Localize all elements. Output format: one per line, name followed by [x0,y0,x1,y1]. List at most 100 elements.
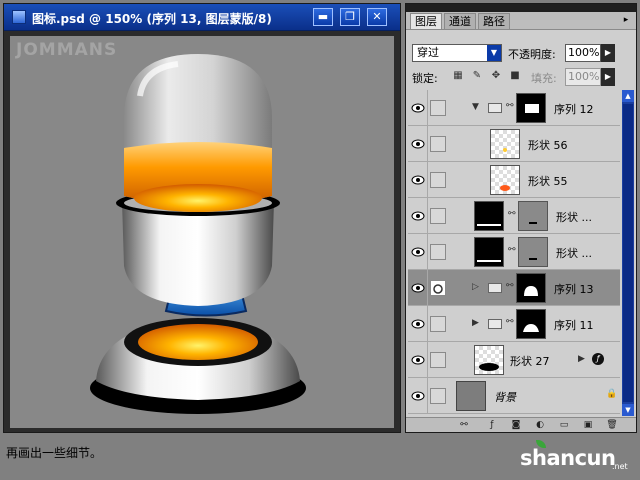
collapse-triangle-icon[interactable]: ▷ [472,282,479,292]
chain-link-icon[interactable]: ⚯ [506,317,514,327]
layer-mask-thumbnail[interactable] [516,93,546,123]
lock-move-icon[interactable]: ✥ [490,70,502,82]
layer-thumbnail[interactable] [490,129,520,159]
layer-mask-thumbnail[interactable] [518,237,548,267]
panel-drag-bar[interactable] [406,4,636,12]
document-title-bar[interactable]: 图标.psd @ 150% (序列 13, 图层蒙版/8) ▬ ❐ ✕ [4,4,400,31]
brush-target-box[interactable] [430,280,446,296]
effects-expand-triangle-icon[interactable]: ▶ [578,354,585,364]
panel-footer: ⚯ ƒ ◙ ◐ ▭ ▣ 🗑 [406,417,636,432]
link-toggle-box[interactable] [430,100,446,116]
chain-link-icon[interactable]: ⚯ [508,245,516,255]
layer-row-background[interactable]: 背景 🔒 [408,378,620,414]
link-toggle-box[interactable] [430,388,446,404]
fill-slider-arrow-icon[interactable]: ▶ [601,68,615,86]
layer-name: 形状 ... [556,247,592,260]
visibility-eye-icon[interactable] [408,162,428,198]
adjustment-layer-icon[interactable]: ◐ [534,419,546,431]
link-toggle-box[interactable] [430,136,446,152]
tab-paths[interactable]: 路径 [478,13,510,29]
chevron-down-icon[interactable]: ▼ [487,45,501,61]
visibility-eye-icon[interactable] [408,270,428,306]
layer-row[interactable]: ⚯ 形状 ... [408,234,620,270]
expand-triangle-icon[interactable]: ▼ [472,102,479,112]
layer-name: 形状 56 [528,139,568,152]
layer-effects-icon[interactable]: ƒ [592,353,604,365]
opacity-slider-arrow-icon[interactable]: ▶ [601,44,615,62]
layer-thumbnail[interactable] [474,201,504,231]
lock-all-icon[interactable]: ■ [509,70,521,82]
chain-link-icon[interactable]: ⚯ [508,209,516,219]
layer-name: 序列 11 [554,319,594,332]
layer-name: 序列 13 [554,283,594,296]
layer-mask-thumbnail[interactable] [516,273,546,303]
layer-thumbnail[interactable] [474,345,504,375]
scroll-up-arrow-icon[interactable]: ▲ [622,90,634,102]
layer-thumbnail[interactable] [456,381,486,411]
link-toggle-box[interactable] [430,172,446,188]
folder-icon [488,103,502,113]
lock-paint-brush-icon[interactable]: ✎ [471,70,483,82]
opacity-input[interactable]: 100% [565,44,601,62]
link-toggle-box[interactable] [430,316,446,332]
panel-menu-icon[interactable]: ▸ [619,14,633,26]
link-layers-icon[interactable]: ⚯ [458,419,470,431]
layer-row[interactable]: ▼ ⚯ 序列 12 [408,90,620,126]
scroll-thumb[interactable] [623,104,633,402]
layer-row[interactable]: 形状 56 [408,126,620,162]
blend-mode-select[interactable]: 穿过 ▼ [412,44,502,62]
icon-artwork [90,54,306,414]
layer-row[interactable]: 形状 55 [408,162,620,198]
layer-name: 形状 ... [556,211,592,224]
document-title: 图标.psd @ 150% (序列 13, 图层蒙版/8) [32,12,272,26]
layer-thumbnail[interactable] [490,165,520,195]
layer-row-selected[interactable]: ▷ ⚯ 序列 13 [408,270,620,306]
lock-icon: 🔒 [606,389,618,399]
new-layer-icon[interactable]: ▣ [582,419,594,431]
visibility-eye-icon[interactable] [408,126,428,162]
layer-name: 序列 12 [554,103,594,116]
layer-row[interactable]: ⚯ 形状 ... [408,198,620,234]
collapse-triangle-icon[interactable]: ▶ [472,318,479,328]
link-toggle-box[interactable] [430,352,446,368]
lock-row: 锁定: ▦ ✎ ✥ ■ 填充: 100% ▶ [410,68,632,86]
close-button[interactable]: ✕ [367,8,387,26]
opacity-label: 不透明度: [508,48,556,61]
tab-layers[interactable]: 图层 [410,13,442,29]
visibility-eye-icon[interactable] [408,234,428,270]
visibility-eye-icon[interactable] [408,198,428,234]
add-mask-icon[interactable]: ◙ [510,419,522,431]
layer-row[interactable]: ▶ ⚯ 序列 11 [408,306,620,342]
caption-text: 再画出一些细节。 [6,446,103,460]
lock-transparency-icon[interactable]: ▦ [452,70,464,82]
document-window: 图标.psd @ 150% (序列 13, 图层蒙版/8) ▬ ❐ ✕ JOMM… [3,3,401,433]
fill-label: 填充: [531,72,557,85]
visibility-eye-icon[interactable] [408,90,428,126]
chain-link-icon[interactable]: ⚯ [506,281,514,291]
new-group-icon[interactable]: ▭ [558,419,570,431]
scroll-down-arrow-icon[interactable]: ▼ [622,404,634,416]
visibility-eye-icon[interactable] [408,306,428,342]
restore-button[interactable]: ❐ [340,8,360,26]
layer-thumbnail[interactable] [474,237,504,267]
layers-scrollbar[interactable]: ▲ ▼ [622,90,634,416]
layer-row[interactable]: 形状 27 ▶ ƒ [408,342,620,378]
chain-link-icon[interactable]: ⚯ [506,101,514,111]
blend-row: 穿过 ▼ 不透明度: 100% ▶ [410,44,632,64]
link-toggle-box[interactable] [430,208,446,224]
fill-input[interactable]: 100% [565,68,601,86]
photoshop-document-icon [12,10,26,24]
visibility-eye-icon[interactable] [408,378,428,414]
layer-name: 背景 [494,391,516,404]
layer-name: 形状 27 [510,355,550,368]
layer-mask-thumbnail[interactable] [518,201,548,231]
canvas[interactable]: JOMMANS [10,36,394,428]
link-toggle-box[interactable] [430,244,446,260]
delete-layer-icon[interactable]: 🗑 [606,419,618,431]
layer-mask-thumbnail[interactable] [516,309,546,339]
minimize-button[interactable]: ▬ [313,8,333,26]
layer-style-icon[interactable]: ƒ [486,419,498,431]
visibility-eye-icon[interactable] [408,342,428,378]
layers-panel: 图层 通道 路径 ▸ 穿过 ▼ 不透明度: 100% ▶ 锁定: ▦ ✎ ✥ ■… [405,3,637,433]
tab-channels[interactable]: 通道 [444,13,476,29]
